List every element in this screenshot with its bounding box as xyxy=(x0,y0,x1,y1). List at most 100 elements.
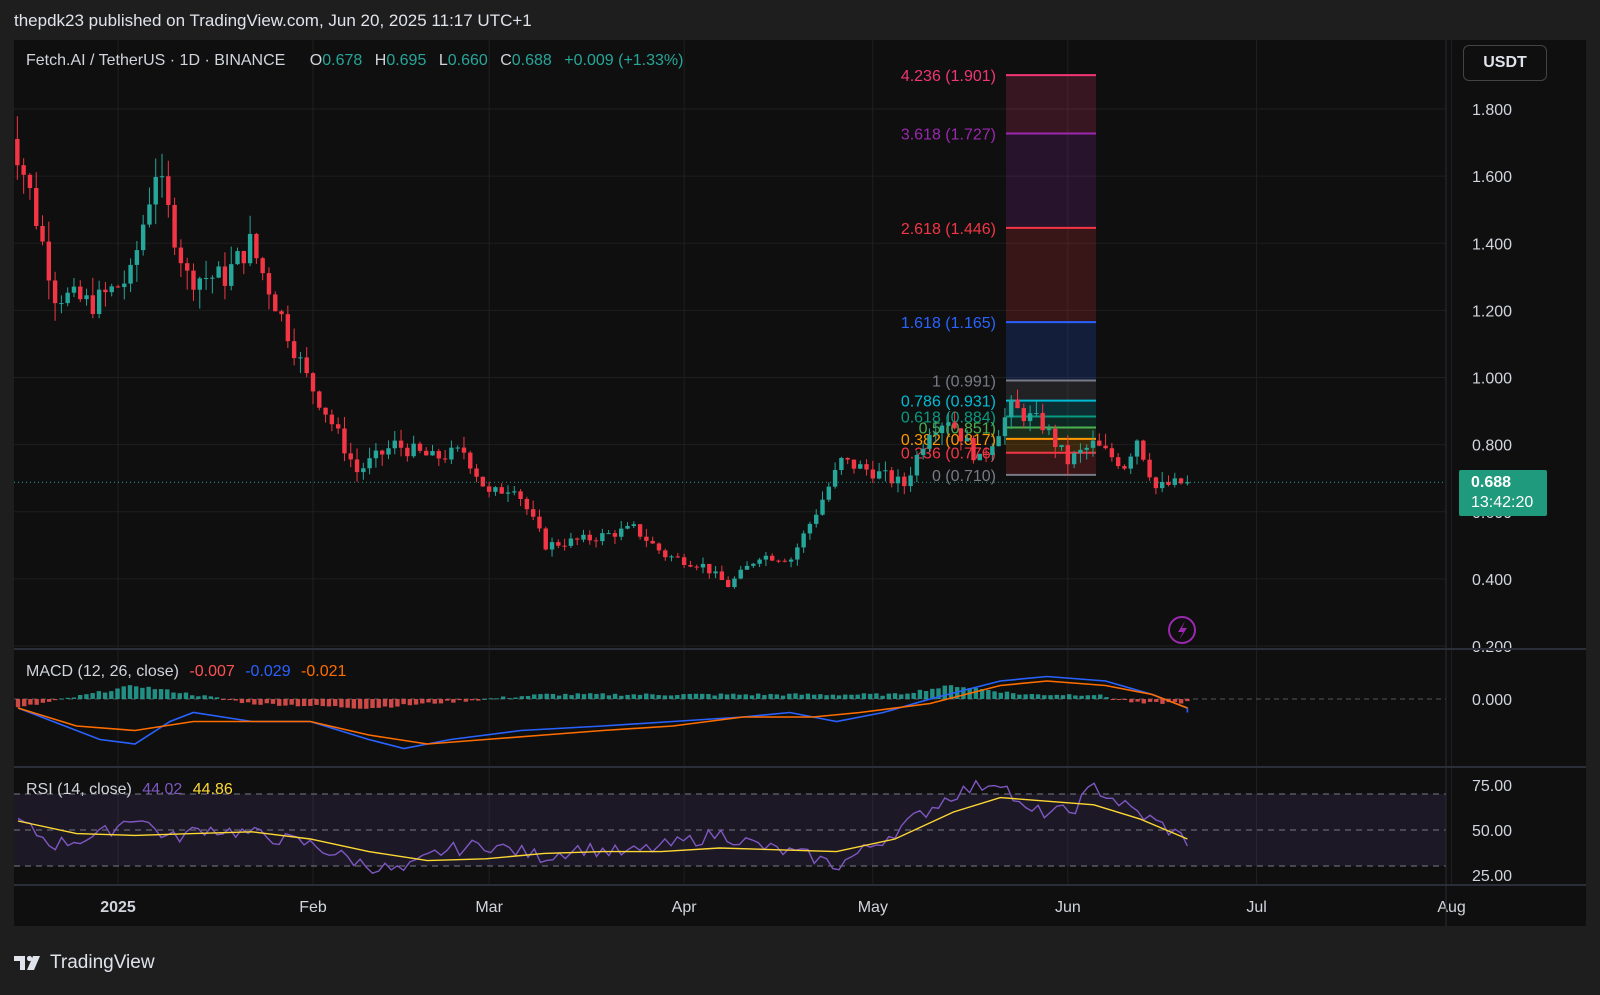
candle xyxy=(379,449,385,466)
macd-histogram-bar xyxy=(899,694,904,699)
macd-histogram-bar xyxy=(923,690,929,699)
candle xyxy=(562,538,567,551)
candle xyxy=(644,528,649,548)
macd-histogram-bar xyxy=(650,694,655,699)
macd-histogram-bar xyxy=(258,699,263,705)
macd-histogram-bar xyxy=(917,689,923,699)
macd-histogram-bar xyxy=(420,699,425,704)
chart-canvas[interactable]: 4.236 (1.901) 3.618 (1.727) 2.618 (1.446) 1… xyxy=(14,40,1586,926)
candle xyxy=(826,482,832,502)
pane-separators[interactable] xyxy=(14,40,1586,926)
tradingview-logo[interactable]: TradingView xyxy=(14,952,155,974)
macd-histogram-bar xyxy=(295,699,301,707)
macd-histogram-bar xyxy=(625,694,630,699)
candle xyxy=(505,485,511,503)
macd-histogram-bar xyxy=(109,691,114,699)
alert-lightning-icon[interactable] xyxy=(1168,616,1196,644)
macd-histogram-bar xyxy=(612,693,618,699)
currency-button[interactable]: USDT xyxy=(1463,45,1547,81)
candle xyxy=(574,537,580,546)
candle xyxy=(1115,453,1121,469)
candle xyxy=(788,557,794,568)
candle xyxy=(310,371,316,405)
macd-histogram-bar xyxy=(662,695,668,699)
time-tick-label: Jun xyxy=(1055,899,1081,916)
candle xyxy=(631,521,637,529)
macd-histogram-bar xyxy=(28,699,33,705)
macd-title[interactable]: MACD (12, 26, close) xyxy=(26,663,179,680)
macd-histogram-bar xyxy=(333,699,338,706)
macd-histogram-bar xyxy=(46,699,52,702)
macd-histogram-bar xyxy=(264,699,269,704)
symbol-name[interactable]: Fetch.AI / TetherUS · 1D · BINANCE xyxy=(26,52,285,69)
macd-pane xyxy=(14,675,1446,750)
symbol-legend[interactable]: Fetch.AI / TetherUS · 1D · BINANCE O0.67… xyxy=(26,52,683,70)
candle xyxy=(109,283,114,297)
macd-histogram-bar xyxy=(1085,695,1091,699)
macd-histogram-bar xyxy=(320,699,325,707)
rsi-tick-label: 25.00 xyxy=(1472,868,1512,885)
candle xyxy=(392,431,397,455)
candle xyxy=(543,526,548,551)
chart-frame[interactable]: 4.236 (1.901) 3.618 (1.727) 2.618 (1.446) 1… xyxy=(14,40,1586,926)
candle xyxy=(581,529,586,543)
macd-histogram-bar xyxy=(787,693,792,699)
candle xyxy=(15,116,20,180)
candle xyxy=(663,548,668,561)
macd-histogram-bar xyxy=(699,693,705,699)
macd-histogram-bar xyxy=(233,699,238,701)
macd-histogram-bar xyxy=(743,694,748,699)
macd-histogram-bar xyxy=(102,692,108,699)
macd-legend[interactable]: MACD (12, 26, close) -0.007 -0.029 -0.02… xyxy=(26,663,346,681)
macd-histogram-bar xyxy=(1023,694,1028,699)
macd-histogram-bar xyxy=(755,693,761,699)
macd-histogram-bar xyxy=(202,695,207,699)
macd-histogram-bar xyxy=(1141,699,1147,704)
macd-histogram-bar xyxy=(444,699,450,701)
macd-histogram-bar xyxy=(631,694,636,699)
candle xyxy=(870,460,876,484)
candle xyxy=(348,442,353,468)
macd-histogram-value: -0.007 xyxy=(189,663,235,680)
candle xyxy=(222,252,228,300)
candlestick-series xyxy=(14,116,1446,589)
macd-histogram-bar xyxy=(382,699,388,707)
macd-histogram-bar xyxy=(637,694,643,699)
macd-histogram-bar xyxy=(1178,699,1184,704)
candle xyxy=(455,445,460,452)
candle xyxy=(298,351,303,373)
fib-extension-tool[interactable]: 4.236 (1.901) 3.618 (1.727) 2.618 (1.446) 1… xyxy=(901,68,1096,485)
candle xyxy=(1122,464,1127,471)
footer-bar xyxy=(0,926,1600,995)
candle xyxy=(361,462,366,480)
bar-countdown: 13:42:20 xyxy=(1471,494,1534,511)
macd-histogram-bar xyxy=(532,694,537,699)
macd-histogram-bar xyxy=(171,692,176,699)
macd-histogram-bar xyxy=(818,694,823,699)
macd-histogram-bar xyxy=(84,694,89,699)
macd-histogram-bar xyxy=(749,695,755,699)
macd-histogram-bar xyxy=(77,695,83,699)
rsi-title[interactable]: RSI (14, close) xyxy=(26,781,132,798)
rsi-legend[interactable]: RSI (14, close) 44.02 44.86 xyxy=(26,781,233,799)
candle xyxy=(669,554,674,562)
time-tick-label: Jul xyxy=(1246,899,1266,916)
macd-line-value: -0.029 xyxy=(245,663,291,680)
candle xyxy=(864,459,869,476)
macd-histogram-bar xyxy=(221,699,226,700)
macd-histogram-bar xyxy=(308,699,313,706)
macd-histogram-bar xyxy=(59,698,64,700)
candle xyxy=(587,530,592,545)
candle xyxy=(71,278,77,298)
macd-histogram-bar xyxy=(774,694,780,699)
candle xyxy=(405,443,410,462)
candle xyxy=(84,288,89,306)
macd-histogram-bar xyxy=(451,699,456,703)
macd-signal-value: -0.021 xyxy=(301,663,347,680)
grid-layer xyxy=(14,40,1453,885)
macd-histogram-bar xyxy=(656,695,661,699)
candle xyxy=(184,257,190,290)
macd-histogram-bar xyxy=(189,695,195,699)
macd-histogram-bar xyxy=(351,699,357,709)
candle xyxy=(34,172,39,230)
